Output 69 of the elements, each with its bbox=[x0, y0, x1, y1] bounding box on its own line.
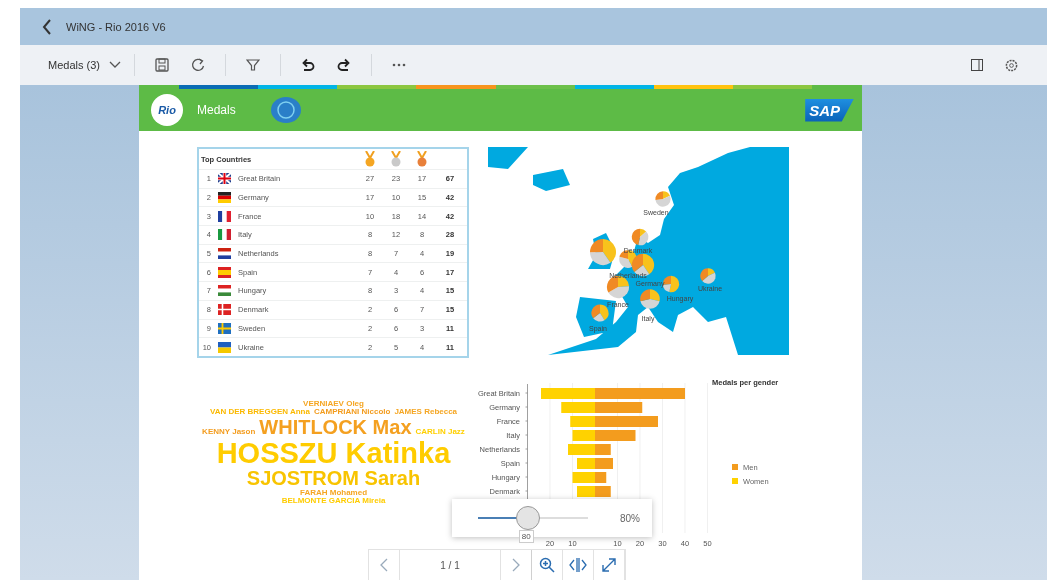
men-bar bbox=[595, 401, 643, 413]
window-title: WiNG - Rio 2016 V6 bbox=[66, 20, 166, 33]
rio-logo: Rio bbox=[151, 94, 183, 126]
pie-marker bbox=[631, 228, 649, 246]
chevron-right-icon bbox=[512, 558, 520, 572]
cloud-word: HOSSZU Katinka bbox=[216, 437, 451, 469]
circle-icon bbox=[269, 96, 302, 124]
pie-marker bbox=[655, 191, 671, 207]
story-dropdown[interactable]: Medals (3) bbox=[44, 55, 125, 75]
cloud-word: VAN DER BREGGEN Anna bbox=[209, 408, 310, 417]
flag-icon bbox=[218, 229, 231, 241]
pie-marker bbox=[590, 239, 616, 265]
women-bar bbox=[572, 429, 595, 441]
pie-marker bbox=[591, 304, 609, 322]
cloud-word: BELMONTE GARCIA Mireia bbox=[281, 497, 386, 506]
split-arrows-icon bbox=[569, 557, 587, 573]
cloud-word: VERNIAEV Oleg bbox=[303, 399, 364, 408]
more-icon[interactable] bbox=[391, 63, 406, 67]
women-bar bbox=[577, 457, 595, 469]
flag-icon bbox=[218, 304, 231, 316]
pie-marker bbox=[640, 289, 660, 309]
cloud-word: JAMES Rebecca bbox=[394, 408, 458, 417]
men-bar bbox=[595, 485, 611, 497]
women-bar bbox=[570, 415, 595, 427]
flag-icon bbox=[218, 248, 231, 260]
men-bar bbox=[595, 415, 658, 427]
men-bar bbox=[595, 457, 613, 469]
redo-icon[interactable] bbox=[336, 58, 351, 72]
flag-icon bbox=[218, 266, 231, 278]
slider-thumb[interactable] bbox=[515, 506, 540, 530]
zoom-reading: 80% bbox=[620, 512, 640, 524]
men-bar bbox=[595, 429, 636, 441]
filter-icon[interactable] bbox=[245, 58, 260, 72]
expand-icon bbox=[601, 557, 617, 573]
men-bar bbox=[595, 443, 611, 455]
men-bar bbox=[595, 471, 607, 483]
save-icon[interactable] bbox=[154, 58, 169, 72]
page-title: Medals bbox=[197, 103, 236, 117]
refresh-icon[interactable] bbox=[190, 58, 205, 72]
women-bar bbox=[561, 401, 595, 413]
cloud-word: FARAH Mohamed bbox=[299, 489, 368, 498]
medal-icon bbox=[391, 151, 401, 167]
medal-icon bbox=[417, 151, 427, 167]
back-icon[interactable] bbox=[42, 18, 52, 35]
flag-icon bbox=[218, 173, 231, 185]
flag-icon bbox=[218, 192, 231, 204]
cloud-word: CAMPRIANI Niccolo bbox=[313, 408, 391, 417]
women-bar bbox=[577, 485, 595, 497]
flag-icon bbox=[218, 322, 231, 334]
chevron-left-icon bbox=[380, 558, 388, 572]
women-bar bbox=[572, 471, 595, 483]
settings-icon[interactable] bbox=[1005, 58, 1018, 72]
cloud-word: KENNY Jason bbox=[202, 427, 256, 437]
cloud-word: WHITLOCK Max bbox=[259, 416, 412, 438]
flag-icon bbox=[218, 341, 231, 353]
side-panel-icon[interactable] bbox=[971, 59, 983, 71]
undo-icon[interactable] bbox=[300, 58, 315, 72]
medal-icon bbox=[365, 151, 375, 167]
pie-marker bbox=[700, 268, 716, 284]
cloud-word: SJOSTROM Sarah bbox=[246, 468, 421, 490]
slider-tooltip: 80 bbox=[518, 530, 534, 543]
flag-icon bbox=[218, 210, 231, 222]
women-bar bbox=[541, 387, 595, 399]
caret-icon bbox=[108, 61, 121, 69]
brand-logo: SAP bbox=[805, 98, 854, 122]
zoom-in-icon bbox=[539, 557, 555, 573]
cloud-word: CARLIN Jazz bbox=[415, 427, 465, 437]
women-bar bbox=[568, 443, 595, 455]
flag-icon bbox=[218, 285, 231, 297]
